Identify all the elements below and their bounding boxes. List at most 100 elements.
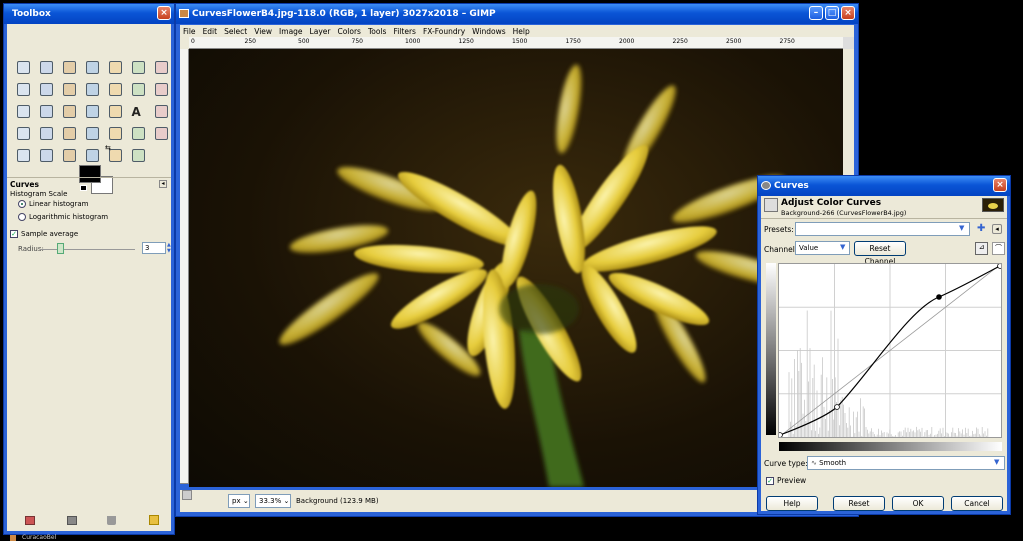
rect-select-tool-icon[interactable]	[13, 58, 33, 77]
fuzzy-select-tool-icon[interactable]	[82, 58, 102, 77]
image-window-titlebar[interactable]: CurvesFlowerB4.jpg-118.0 (RGB, 1 layer) …	[176, 4, 858, 24]
radius-slider-handle[interactable]	[57, 243, 64, 254]
cancel-button[interactable]: Cancel	[951, 496, 1003, 511]
preview-checkbox[interactable]: ✓ Preview	[766, 476, 806, 485]
log-scale-icon[interactable]: ⌒	[992, 242, 1005, 255]
channel-value: Value	[799, 244, 819, 252]
taskbar-icon[interactable]	[10, 535, 16, 541]
ruler-label: 1000	[405, 38, 421, 45]
ok-button[interactable]: OK	[892, 496, 944, 511]
curves-titlebar[interactable]: Curves	[758, 176, 1010, 196]
reset-button[interactable]: Reset	[833, 496, 885, 511]
heal-tool-icon[interactable]	[13, 146, 33, 165]
image-canvas[interactable]	[189, 49, 851, 487]
taskbar-item-label[interactable]: CuracaoBel	[22, 534, 56, 541]
scissors-select-tool-icon[interactable]	[128, 58, 148, 77]
linear-scale-icon[interactable]: ⊿	[975, 242, 988, 255]
unit-select[interactable]: px ⌄	[228, 494, 250, 508]
close-button[interactable]: ×	[841, 6, 855, 20]
menu-edit[interactable]: Edit	[203, 27, 218, 36]
divider	[7, 177, 171, 178]
status-bar: px ⌄ 33.3% ⌄ Background (123.9 MB)	[180, 490, 854, 512]
swap-colors-icon[interactable]: ⇆	[105, 144, 111, 152]
move-tool-icon[interactable]	[105, 80, 125, 99]
maximize-button[interactable]: □	[825, 6, 839, 20]
bucket-fill-tool-icon[interactable]	[151, 102, 171, 121]
toolbox-titlebar[interactable]: Toolbox	[4, 4, 174, 24]
shear-tool-icon[interactable]	[59, 102, 79, 121]
smudge-glyph	[85, 149, 99, 162]
restore-options-icon[interactable]	[67, 516, 77, 525]
log-histogram-option[interactable]: Logarithmic histogram	[18, 213, 108, 221]
foreground-color-swatch[interactable]	[79, 165, 101, 183]
foreground-select-tool-icon[interactable]	[151, 58, 171, 77]
crop-tool-icon[interactable]	[151, 80, 171, 99]
menu-windows[interactable]: Windows	[472, 27, 505, 36]
spin-arrows-icon[interactable]: ▲ ▼	[167, 242, 171, 254]
horizontal-ruler[interactable]: 0 250 500 750 1000 1250 1500 1750 2000 2250 2500 27…	[189, 37, 843, 49]
perspective-clone-tool-icon[interactable]	[36, 146, 56, 165]
scale-tool-icon[interactable]	[36, 102, 56, 121]
menu-image[interactable]: Image	[279, 27, 303, 36]
default-colors-icon[interactable]	[80, 185, 87, 191]
paintbrush-tool-icon[interactable]	[59, 124, 79, 143]
preset-menu-icon[interactable]: ◂	[992, 224, 1002, 234]
quick-mask-icon[interactable]	[182, 490, 192, 500]
menu-select[interactable]: Select	[224, 27, 247, 36]
flip-tool-icon[interactable]	[105, 102, 125, 121]
channel-dropdown-arrow-icon[interactable]: ▼	[840, 243, 845, 251]
help-button[interactable]: Help	[766, 496, 818, 511]
eraser-tool-icon[interactable]	[82, 124, 102, 143]
panel-menu-icon[interactable]: ◂	[159, 180, 167, 188]
zoom-select[interactable]: 33.3% ⌄	[255, 494, 291, 508]
presets-dropdown-arrow-icon[interactable]: ▼	[959, 224, 964, 232]
delete-options-icon[interactable]	[107, 516, 116, 525]
airbrush-tool-icon[interactable]	[105, 124, 125, 143]
add-preset-icon[interactable]: ✚	[977, 223, 985, 234]
curve-graph[interactable]	[777, 263, 1003, 438]
curves-close-button[interactable]: ×	[993, 178, 1007, 192]
menu-view[interactable]: View	[254, 27, 272, 36]
menu-tools[interactable]: Tools	[368, 27, 386, 36]
sample-average-checkbox[interactable]: ✓ Sample average	[10, 230, 78, 238]
pencil-tool-icon[interactable]	[36, 124, 56, 143]
zoom-tool-icon[interactable]	[59, 80, 79, 99]
paths-tool-icon[interactable]	[13, 80, 33, 99]
radius-slider-track[interactable]	[40, 249, 135, 250]
navigate-icon[interactable]	[843, 37, 854, 49]
perspective-tool-icon[interactable]	[82, 102, 102, 121]
extra-tool-tool-icon[interactable]	[128, 146, 148, 165]
save-options-icon[interactable]	[25, 516, 35, 525]
curve-type-select[interactable]: ∿ Smooth	[807, 456, 1005, 470]
text-tool-icon[interactable]: A	[128, 102, 148, 121]
minimize-button[interactable]: –	[809, 6, 823, 20]
menu-fxfoundry[interactable]: FX-Foundry	[423, 27, 465, 36]
toolbox-close-button[interactable]: ×	[157, 6, 171, 20]
menu-filters[interactable]: Filters	[393, 27, 415, 36]
blur-tool-icon[interactable]	[59, 146, 79, 165]
presets-select[interactable]	[795, 222, 970, 236]
radius-spinbox[interactable]: 3	[142, 242, 166, 254]
extra-tool-glyph	[131, 149, 145, 162]
menu-colors[interactable]: Colors	[337, 27, 361, 36]
ink-tool-icon[interactable]	[128, 124, 148, 143]
blend-tool-icon[interactable]	[13, 124, 33, 143]
rotate-tool-icon[interactable]	[13, 102, 33, 121]
free-select-tool-icon[interactable]	[59, 58, 79, 77]
ellipse-select-tool-icon[interactable]	[36, 58, 56, 77]
menu-help[interactable]: Help	[513, 27, 530, 36]
measure-tool-icon[interactable]	[82, 80, 102, 99]
linear-histogram-option[interactable]: Linear histogram	[18, 200, 88, 208]
clone-tool-icon[interactable]	[151, 124, 171, 143]
smudge-tool-icon[interactable]	[82, 146, 102, 165]
reset-channel-button[interactable]: Reset Channel	[854, 241, 906, 266]
menu-file[interactable]: File	[183, 27, 196, 36]
color-picker-tool-icon[interactable]	[36, 80, 56, 99]
curve-control-point	[777, 432, 783, 438]
curve-type-dropdown-arrow-icon[interactable]: ▼	[994, 458, 999, 466]
align-tool-icon[interactable]	[128, 80, 148, 99]
vertical-ruler[interactable]	[180, 49, 189, 484]
select-by-color-tool-icon[interactable]	[105, 58, 125, 77]
menu-layer[interactable]: Layer	[310, 27, 331, 36]
reset-options-icon[interactable]	[149, 515, 159, 525]
